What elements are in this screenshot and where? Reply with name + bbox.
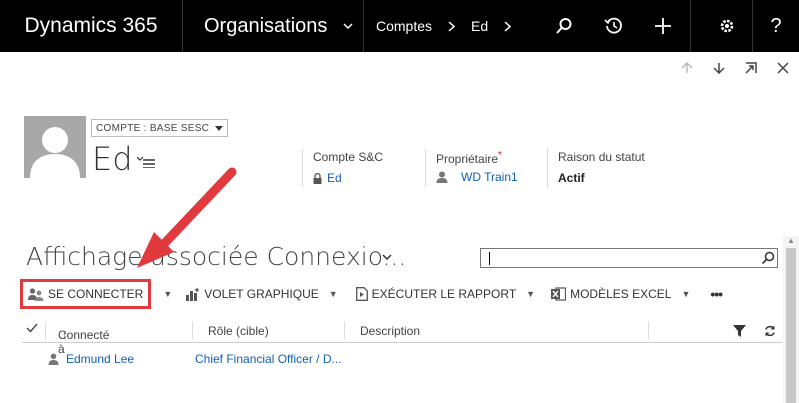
more-icon: ••• xyxy=(710,286,723,302)
view-title[interactable]: Affichage associée Connexio... xyxy=(26,242,406,271)
divider xyxy=(363,0,364,52)
select-all-checkbox[interactable] xyxy=(26,323,38,333)
scrollbar-thumb[interactable] xyxy=(786,248,796,403)
record-navigation xyxy=(671,62,799,82)
history-icon[interactable] xyxy=(592,0,636,52)
arrow-up-icon[interactable] xyxy=(671,62,703,82)
field-value[interactable]: Ed xyxy=(313,171,383,185)
arrow-down-icon[interactable] xyxy=(703,62,735,82)
form-selector[interactable]: COMPTE : BASE SESC xyxy=(91,119,229,137)
caret-down-icon[interactable]: ▼ xyxy=(329,289,338,299)
report-icon xyxy=(355,287,368,301)
app-brand[interactable]: Dynamics 365 xyxy=(0,0,182,52)
search-icon[interactable] xyxy=(761,251,775,265)
executer-rapport-button[interactable]: EXÉCUTER LE RAPPORT ▼ xyxy=(350,281,541,307)
chevron-right-icon[interactable] xyxy=(504,0,511,52)
scrollbar[interactable]: ▲ xyxy=(783,236,799,403)
caret-down-icon xyxy=(215,125,224,131)
divider xyxy=(182,0,183,52)
record-menu-icon[interactable] xyxy=(137,156,155,168)
area-switcher[interactable]: Organisations xyxy=(184,0,364,52)
form-selector-label: COMPTE : BASE SESC xyxy=(96,122,210,134)
caret-down-icon: ▼ xyxy=(163,289,173,299)
chart-pane-icon xyxy=(186,287,200,301)
column-divider xyxy=(648,322,649,340)
se-connecter-dropdown[interactable]: ▼ xyxy=(149,281,180,307)
compte-sc-link[interactable]: Ed xyxy=(327,171,342,185)
command-bar: SE CONNECTER ▼ VOLET GRAPHIQUE ▼ EXÉCUTE… xyxy=(19,279,728,309)
field-label: Raison du statut xyxy=(558,150,645,164)
top-navigation-bar: Dynamics 365 Organisations Comptes Ed ? xyxy=(0,0,799,52)
field-label: Compte S&C xyxy=(313,150,384,164)
search-icon[interactable] xyxy=(542,0,586,52)
header-field-compte-sc: Compte S&C Ed xyxy=(302,148,383,188)
column-header-role-cible[interactable]: Rôle (cible) xyxy=(208,324,269,338)
sort-ascending-icon: ↑ xyxy=(62,328,68,342)
column-header-description[interactable]: Description xyxy=(360,324,420,338)
record-name: Ed xyxy=(92,140,133,178)
filter-icon[interactable] xyxy=(733,325,746,337)
open-record-icon[interactable] xyxy=(735,62,767,82)
field-value[interactable]: WD Train1 xyxy=(436,170,518,184)
chevron-down-icon xyxy=(343,23,353,29)
executer-rapport-label: EXÉCUTER LE RAPPORT xyxy=(371,287,517,301)
required-icon: * xyxy=(498,150,502,161)
header-field-raison-statut: Raison du statut Actif xyxy=(547,148,645,188)
role-link[interactable]: Chief Financial Officer / D... xyxy=(195,352,342,366)
header-field-proprietaire: Propriétaire* WD Train1 xyxy=(425,148,518,188)
caret-down-icon[interactable]: ▼ xyxy=(681,289,690,299)
text-caret xyxy=(489,252,490,265)
area-label: Organisations xyxy=(204,14,328,37)
avatar[interactable] xyxy=(24,116,86,178)
owner-link[interactable]: WD Train1 xyxy=(461,170,518,184)
user-icon xyxy=(436,171,448,183)
breadcrumb-ed[interactable]: Ed xyxy=(471,0,488,52)
grid-header: Connecté à ↑ Rôle (cible) Description xyxy=(22,320,782,356)
caret-down-icon[interactable]: ▼ xyxy=(526,289,535,299)
se-connecter-label: SE CONNECTER xyxy=(48,287,144,301)
se-connecter-button[interactable]: SE CONNECTER xyxy=(19,279,152,309)
field-value: Actif xyxy=(558,171,585,185)
column-divider xyxy=(344,322,345,340)
field-label: Propriétaire* xyxy=(436,150,502,166)
settings-icon[interactable] xyxy=(705,0,749,52)
excel-icon xyxy=(551,287,567,301)
divider xyxy=(690,0,691,52)
table-row[interactable]: Edmund Lee Chief Financial Officer / D..… xyxy=(22,350,782,370)
chevron-right-icon xyxy=(448,0,455,52)
scroll-up-icon[interactable]: ▲ xyxy=(787,236,795,245)
more-commands-button[interactable]: ••• xyxy=(704,281,728,307)
close-icon[interactable] xyxy=(767,62,799,82)
divider xyxy=(752,0,753,52)
chevron-down-icon[interactable] xyxy=(382,254,392,260)
user-icon xyxy=(48,353,59,365)
modeles-excel-button[interactable]: MODÈLES EXCEL ▼ xyxy=(545,281,696,307)
column-divider xyxy=(192,322,193,340)
add-icon[interactable] xyxy=(641,0,685,52)
help-icon[interactable]: ? xyxy=(766,0,786,52)
modeles-excel-label: MODÈLES EXCEL xyxy=(570,287,672,301)
lock-icon xyxy=(313,172,322,184)
volet-graphique-label: VOLET GRAPHIQUE xyxy=(204,287,319,301)
connect-icon xyxy=(28,288,44,301)
breadcrumb-comptes[interactable]: Comptes xyxy=(376,0,432,52)
search-input[interactable] xyxy=(480,248,778,268)
refresh-icon[interactable] xyxy=(764,325,776,337)
column-divider xyxy=(45,322,46,340)
volet-graphique-button[interactable]: VOLET GRAPHIQUE ▼ xyxy=(180,281,343,307)
connected-to-link[interactable]: Edmund Lee xyxy=(66,352,134,366)
